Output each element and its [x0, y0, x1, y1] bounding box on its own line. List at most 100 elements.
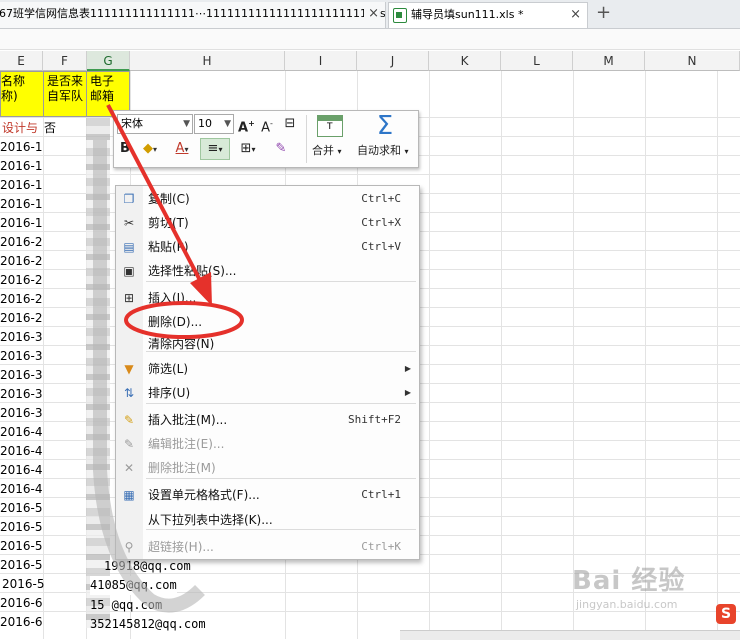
cell-date[interactable]: 2016-2	[0, 271, 43, 290]
cell-date[interactable]: 2016-6	[0, 613, 43, 632]
menu-item[interactable]: ✕ 删除批注(M)	[116, 457, 419, 479]
format-cells-icon: ▦	[123, 488, 135, 502]
ime-s-icon[interactable]: S	[716, 604, 736, 624]
paste-special-icon: ▣	[123, 264, 135, 278]
menu-item[interactable]: ▦ 设置单元格格式(F)... Ctrl+1	[116, 484, 419, 506]
email-cell[interactable]: 352145812@qq.com	[90, 615, 206, 634]
new-tab-button[interactable]: +	[596, 1, 611, 25]
menu-separator	[146, 403, 416, 404]
menu-item[interactable]: ✎ 编辑批注(E)...	[116, 433, 419, 455]
menu-item[interactable]: ▼ 筛选(L) ▶	[116, 358, 419, 380]
close-icon[interactable]: ×	[570, 3, 581, 27]
menu-item-shortcut: Ctrl+X	[361, 216, 401, 229]
cell-date[interactable]: 2016-1	[0, 157, 43, 176]
tab-workbook-1[interactable]: 567班学信网信息表111111111111111⋯11111111111111…	[0, 2, 386, 28]
column-header-h[interactable]: H	[130, 51, 285, 71]
column-header-f[interactable]: F	[43, 51, 87, 71]
cell-date[interactable]: 2016-2	[0, 252, 43, 271]
copy-icon: ❐	[123, 192, 135, 206]
menu-item-label: 插入批注(M)...	[148, 413, 228, 427]
menu-item-shortcut: Ctrl+K	[361, 540, 401, 553]
menu-item[interactable]: ▣ 选择性粘贴(S)...	[116, 260, 419, 282]
cell-date[interactable]: 2016-5	[0, 518, 43, 537]
email-cell[interactable]: 41085@qq.com	[90, 576, 177, 595]
watermark-url: jingyan.baidu.com	[576, 598, 678, 611]
menu-item[interactable]: ✂ 剪切(T) Ctrl+X	[116, 212, 419, 234]
cell-military[interactable]: 否	[44, 119, 56, 138]
cell-date[interactable]: 2016-5	[0, 499, 43, 518]
column-header-k[interactable]: K	[429, 51, 501, 71]
column-header-g[interactable]: G	[87, 51, 130, 71]
format-painter-icon[interactable]: ✎	[272, 139, 290, 159]
email-cell[interactable]: 15 @qq.com	[90, 596, 162, 615]
menu-item[interactable]: 从下拉列表中选择(K)...	[116, 509, 419, 531]
fill-color-icon[interactable]: ◆▾	[138, 139, 162, 160]
menu-item[interactable]: ⚲ 超链接(H)... Ctrl+K	[116, 536, 419, 558]
column-header-l[interactable]: L	[501, 51, 573, 71]
cell-date[interactable]: 2016-5	[0, 537, 43, 556]
tab-bar: 567班学信网信息表111111111111111⋯11111111111111…	[0, 0, 740, 29]
menu-item[interactable]: ⊞ 插入(I)...	[116, 287, 419, 309]
menu-item[interactable]: ✎ 插入批注(M)... Shift+F2	[116, 409, 419, 431]
cell-date[interactable]: 2016-6	[0, 594, 43, 613]
menu-item[interactable]: ❐ 复制(C) Ctrl+C	[116, 188, 419, 210]
cell-date[interactable]: 2016-4	[0, 442, 43, 461]
border-icon[interactable]: ⊞▾	[234, 139, 262, 160]
scissors-icon: ✂	[123, 216, 135, 230]
column-header-i[interactable]: I	[285, 51, 357, 71]
delete-comment-icon: ✕	[123, 461, 135, 475]
font-size-select[interactable]: 10 ▼	[194, 114, 234, 134]
cell-date[interactable]: 2016-3	[0, 347, 43, 366]
tab-workbook-2[interactable]: 辅导员填sun111.xls * ×	[388, 2, 588, 28]
chevron-down-icon: ▼	[224, 119, 231, 129]
column-header-n[interactable]: N	[645, 51, 740, 71]
font-name-select[interactable]: 宋体 ▼	[117, 114, 193, 134]
menu-item[interactable]: ▤ 粘贴(P) Ctrl+V	[116, 236, 419, 258]
cell-date[interactable]: 2016-5	[2, 575, 45, 594]
font-color-icon[interactable]: A▾	[170, 139, 194, 160]
cell-date[interactable]: 2016-1	[0, 195, 43, 214]
header-cell-military[interactable]: 是否来 自军队	[43, 71, 87, 117]
close-icon[interactable]: ×	[364, 2, 379, 26]
menu-item-label: 粘贴(P)	[148, 240, 189, 254]
column-header-m[interactable]: M	[573, 51, 645, 71]
sigma-icon[interactable]: Σ	[372, 111, 398, 141]
cell-date[interactable]: 2016-4	[0, 423, 43, 442]
merge-label: 合并	[312, 144, 334, 157]
cell-date[interactable]: 2016-3	[0, 366, 43, 385]
menu-item[interactable]: 删除(D)...	[116, 311, 419, 333]
cell-date[interactable]: 2016-2	[0, 309, 43, 328]
cell-date[interactable]: 2016-4	[0, 480, 43, 499]
chevron-down-icon: ▼	[183, 119, 190, 129]
cell-date[interactable]: 2016-2	[0, 290, 43, 309]
cell-date[interactable]: 2016-4	[0, 461, 43, 480]
autosum-button[interactable]: 自动求和 ▾	[357, 144, 409, 159]
bold-button[interactable]: B	[118, 139, 132, 159]
cell-date[interactable]: 2016-1	[0, 138, 43, 157]
insert-icon: ⊞	[123, 291, 135, 305]
column-header-j[interactable]: J	[357, 51, 429, 71]
merge-icon[interactable]: T	[317, 115, 343, 137]
cell-date[interactable]: 2016-5	[0, 556, 43, 575]
cell-date[interactable]: 2016-3	[0, 404, 43, 423]
clear-format-icon[interactable]: ⊟	[282, 114, 298, 134]
menu-item-shortcut: Ctrl+1	[361, 488, 401, 501]
cell-major[interactable]: 设计与	[2, 119, 38, 138]
header-cell-name[interactable]: 名称 称)	[0, 71, 44, 117]
cell-date[interactable]: 2016-3	[0, 328, 43, 347]
menu-separator	[146, 281, 416, 282]
submenu-arrow-icon: ▶	[404, 364, 411, 373]
merge-button[interactable]: 合并 ▾	[312, 144, 342, 159]
cell-date[interactable]: 2016-1	[0, 176, 43, 195]
menu-item[interactable]: ⇅ 排序(U) ▶	[116, 382, 419, 404]
increase-font-icon[interactable]: A+	[238, 114, 255, 138]
decrease-font-icon[interactable]: A-	[260, 114, 274, 138]
cell-date[interactable]: 2016-3	[0, 385, 43, 404]
cell-date[interactable]: 2016-2	[0, 233, 43, 252]
context-menu: ❐ 复制(C) Ctrl+C ✂ 剪切(T) Ctrl+X ▤ 粘贴(P) Ctrl+V ▣ 选择性…	[115, 185, 420, 560]
watermark-logo: Bai 经验	[572, 566, 686, 596]
align-center-icon[interactable]: ≡▾	[200, 138, 230, 160]
cell-date[interactable]: 2016-1	[0, 214, 43, 233]
column-header-e[interactable]: E	[0, 51, 43, 71]
edit-comment-icon: ✎	[123, 437, 135, 451]
